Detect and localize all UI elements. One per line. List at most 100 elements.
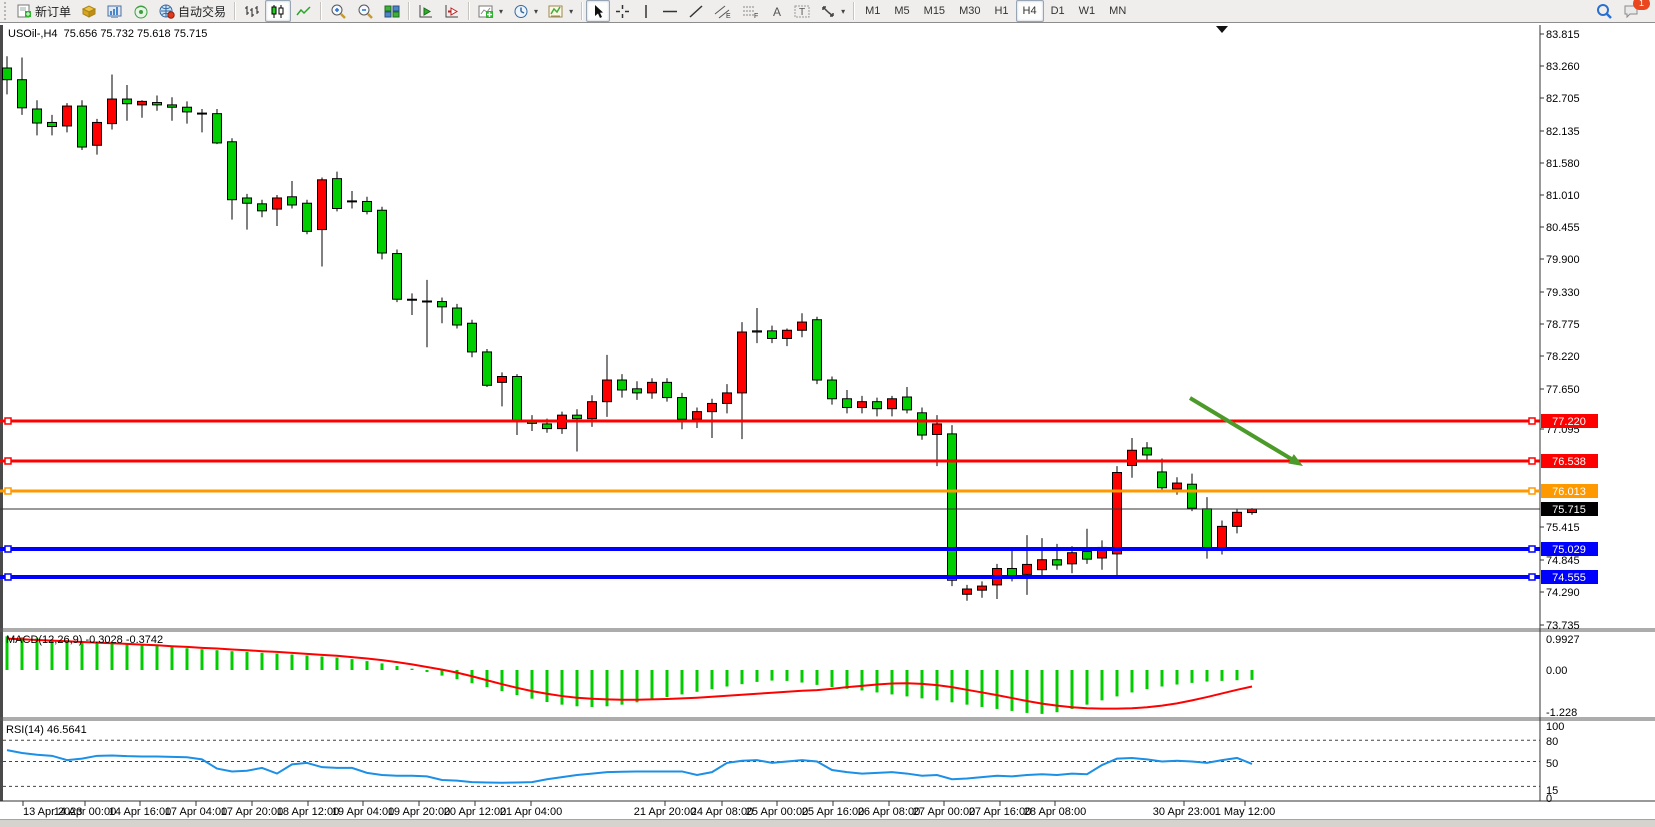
new-order-button[interactable]: 新订单 [12, 0, 76, 22]
svg-text:19 Apr 04:00: 19 Apr 04:00 [332, 806, 394, 818]
text-label-icon[interactable]: T [789, 0, 815, 22]
svg-text:25 Apr 00:00: 25 Apr 00:00 [746, 806, 808, 818]
toolbar-separator [581, 2, 583, 20]
svg-text:77.220: 77.220 [1552, 416, 1586, 428]
svg-text:0: 0 [1546, 793, 1552, 805]
auto-scroll-icon[interactable] [413, 0, 439, 22]
arrows-tool-icon[interactable] [815, 0, 850, 22]
svg-text:14 Apr 00:00: 14 Apr 00:00 [54, 806, 116, 818]
svg-text:F: F [754, 13, 758, 19]
svg-text:82.705: 82.705 [1546, 93, 1580, 105]
tf-d1-button[interactable]: D1 [1044, 0, 1072, 22]
tf-h4-button[interactable]: H4 [1016, 0, 1044, 22]
svg-text:81.010: 81.010 [1546, 190, 1580, 202]
toolbar-separator [320, 2, 322, 20]
fibonacci-icon[interactable]: F [737, 0, 765, 22]
svg-text:78.775: 78.775 [1546, 319, 1580, 331]
svg-text:79.900: 79.900 [1546, 254, 1580, 266]
notification-badge: 1 [1633, 0, 1650, 10]
status-bar [0, 819, 1655, 827]
toolbar-right-group: 1 [1591, 0, 1645, 22]
zoom-in-icon[interactable] [325, 0, 352, 22]
svg-text:0.00: 0.00 [1546, 665, 1567, 677]
macd-indicator-label: MACD(12,26,9) -0.3028 -0.3742 [6, 634, 163, 646]
svg-text:77.650: 77.650 [1546, 384, 1580, 396]
market-watch-icon[interactable] [102, 0, 128, 22]
svg-text:25 Apr 16:00: 25 Apr 16:00 [802, 806, 864, 818]
svg-text:74.290: 74.290 [1546, 587, 1580, 599]
chart-canvas[interactable]: 83.81583.26082.70582.13581.58081.01080.4… [0, 24, 1655, 820]
svg-text:-1.228: -1.228 [1546, 707, 1577, 719]
periods-icon[interactable] [508, 0, 543, 22]
bar-chart-type-icon[interactable] [239, 0, 265, 22]
tf-m1-button[interactable]: M1 [858, 0, 887, 22]
svg-text:21 Apr 20:00: 21 Apr 20:00 [634, 806, 696, 818]
svg-text:20 Apr 12:00: 20 Apr 12:00 [444, 806, 506, 818]
autotrading-icon [159, 4, 175, 19]
svg-text:E: E [726, 13, 731, 19]
svg-text:75.415: 75.415 [1546, 522, 1580, 534]
new-order-icon [17, 4, 32, 18]
svg-text:81.580: 81.580 [1546, 158, 1580, 170]
svg-text:17 Apr 04:00: 17 Apr 04:00 [165, 806, 227, 818]
svg-text:75.715: 75.715 [1552, 504, 1586, 516]
svg-text:1 May 12:00: 1 May 12:00 [1215, 806, 1276, 818]
zoom-out-icon[interactable] [352, 0, 379, 22]
tf-m15-button[interactable]: M15 [917, 0, 952, 22]
tile-windows-icon[interactable] [379, 0, 405, 22]
tf-mn-button[interactable]: MN [1102, 0, 1133, 22]
candlestick-chart-type-icon[interactable] [265, 0, 291, 22]
toolbar-grip[interactable] [4, 2, 10, 20]
svg-text:30 Apr 23:00: 30 Apr 23:00 [1153, 806, 1215, 818]
svg-text:76.013: 76.013 [1552, 486, 1586, 498]
toolbar-separator [468, 2, 470, 20]
timeframe-group: M1 M5 M15 M30 H1 H4 D1 W1 MN [858, 0, 1133, 22]
line-chart-type-icon[interactable] [291, 0, 317, 22]
svg-text:78.220: 78.220 [1546, 351, 1580, 363]
tf-h1-button[interactable]: H1 [987, 0, 1015, 22]
svg-text:27 Apr 16:00: 27 Apr 16:00 [969, 806, 1031, 818]
crosshair-icon[interactable] [610, 0, 635, 22]
templates-icon[interactable] [543, 0, 578, 22]
chart-title[interactable]: USOil-,H4 75.656 75.732 75.618 75.715 [8, 28, 207, 40]
mt4-window: 新订单 自动交易 E F A T [0, 0, 1655, 827]
indicators-icon[interactable] [473, 0, 508, 22]
tf-w1-button[interactable]: W1 [1072, 0, 1103, 22]
svg-text:74.555: 74.555 [1552, 572, 1586, 584]
equidistant-channel-icon[interactable]: E [709, 0, 737, 22]
vertical-line-icon[interactable] [635, 0, 657, 22]
horizontal-line-icon[interactable] [657, 0, 683, 22]
rsi-indicator-label: RSI(14) 46.5641 [6, 724, 87, 736]
svg-text:82.135: 82.135 [1546, 126, 1580, 138]
svg-text:14 Apr 16:00: 14 Apr 16:00 [109, 806, 171, 818]
svg-text:50: 50 [1546, 758, 1558, 770]
tf-m5-button[interactable]: M5 [887, 0, 916, 22]
quotes-icon[interactable] [76, 0, 102, 22]
svg-text:0.9927: 0.9927 [1546, 634, 1580, 646]
tf-m30-button[interactable]: M30 [952, 0, 987, 22]
svg-text:79.330: 79.330 [1546, 287, 1580, 299]
svg-text:83.815: 83.815 [1546, 29, 1580, 41]
text-icon[interactable]: A [765, 0, 789, 22]
signals-icon[interactable] [128, 0, 154, 22]
cursor-icon[interactable] [586, 0, 610, 22]
trendline-icon[interactable] [683, 0, 709, 22]
svg-text:80: 80 [1546, 736, 1558, 748]
svg-text:18 Apr 12:00: 18 Apr 12:00 [277, 806, 339, 818]
svg-text:27 Apr 00:00: 27 Apr 00:00 [913, 806, 975, 818]
svg-text:80.455: 80.455 [1546, 222, 1580, 234]
notifications-icon[interactable]: 1 [1618, 0, 1645, 22]
toolbar-separator [234, 2, 236, 20]
toolbar-separator [853, 2, 855, 20]
svg-text:26 Apr 08:00: 26 Apr 08:00 [858, 806, 920, 818]
svg-text:21 Apr 04:00: 21 Apr 04:00 [500, 806, 562, 818]
autotrading-button[interactable]: 自动交易 [154, 0, 231, 22]
chart-shift-icon[interactable] [439, 0, 465, 22]
search-icon[interactable] [1591, 0, 1618, 22]
svg-text:76.538: 76.538 [1552, 456, 1586, 468]
svg-text:24 Apr 08:00: 24 Apr 08:00 [691, 806, 753, 818]
svg-text:T: T [799, 7, 805, 18]
chart-svg: 83.81583.26082.70582.13581.58081.01080.4… [0, 24, 1655, 820]
svg-text:74.845: 74.845 [1546, 555, 1580, 567]
svg-text:73.735: 73.735 [1546, 620, 1580, 632]
